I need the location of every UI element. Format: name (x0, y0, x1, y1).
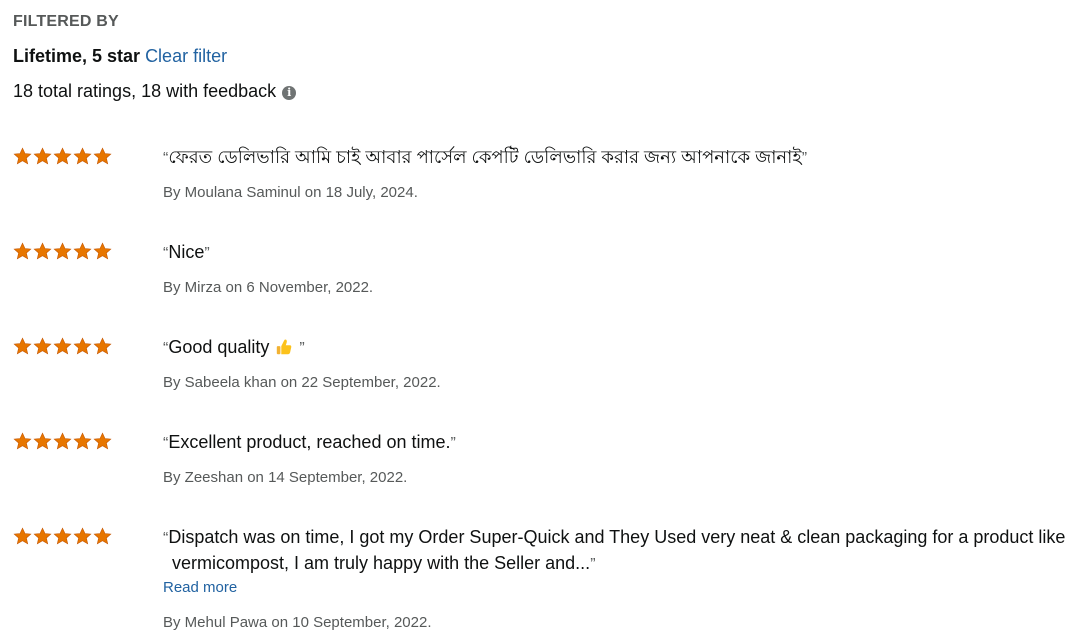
star-icon (53, 337, 72, 355)
review-byline: By Zeeshan on 14 September, 2022. (163, 469, 408, 486)
star-icon (93, 242, 112, 260)
review-text: Nice (168, 242, 205, 262)
info-icon[interactable]: i (282, 86, 297, 100)
star-icon (93, 432, 112, 450)
review-byline: By Moulana Saminul on 18 July, 2024. (163, 184, 418, 201)
star-icon (73, 242, 92, 260)
review-text-block: “Good quality ” (163, 335, 1068, 361)
close-quote: ” (299, 340, 305, 357)
review-text: Excellent product, reached on time. (168, 432, 451, 452)
review-text-block: “ফেরত ডেলিভারি আমি চাই আবার পার্সেল কেপট… (163, 145, 1068, 171)
star-icon (13, 527, 32, 545)
star-icon (93, 527, 112, 545)
star-icon (13, 432, 32, 450)
star-icon (73, 527, 92, 545)
filter-line: Lifetime, 5 star Clear filter (13, 46, 227, 67)
star-icon (53, 432, 72, 450)
clear-filter-link[interactable]: Clear filter (145, 46, 227, 66)
review-text-block: “Excellent product, reached on time.” (163, 430, 1068, 456)
star-icon (13, 147, 32, 165)
review-byline: By Sabeela khan on 22 September, 2022. (163, 374, 441, 391)
review-text-block: “Dispatch was on time, I got my Order Su… (163, 525, 1077, 577)
star-rating (13, 337, 112, 355)
star-icon (33, 432, 52, 450)
star-icon (13, 337, 32, 355)
review-byline: By Mehul Pawa on 10 September, 2022. (163, 614, 432, 631)
star-icon (73, 337, 92, 355)
star-icon (73, 432, 92, 450)
star-icon (73, 147, 92, 165)
star-icon (93, 337, 112, 355)
review-text: Dispatch was on time, I got my Order Sup… (168, 527, 1066, 573)
thumbs-up-icon (277, 339, 292, 355)
star-rating (13, 242, 112, 260)
star-icon (53, 242, 72, 260)
star-icon (33, 242, 52, 260)
star-rating (13, 527, 112, 545)
star-icon (13, 242, 32, 260)
star-icon (33, 147, 52, 165)
close-quote: ” (450, 435, 456, 452)
close-quote: ” (204, 245, 210, 262)
filtered-by-heading: FILTERED BY (13, 13, 119, 30)
ratings-summary-text: 18 total ratings, 18 with feedback (13, 81, 277, 101)
star-icon (53, 527, 72, 545)
review-text: ফেরত ডেলিভারি আমি চাই আবার পার্সেল কেপটি… (168, 147, 802, 167)
filter-value: Lifetime, 5 star (13, 46, 141, 66)
star-icon (33, 527, 52, 545)
star-icon (93, 147, 112, 165)
star-rating (13, 432, 112, 450)
review-byline: By Mirza on 6 November, 2022. (163, 279, 374, 296)
read-more-link[interactable]: Read more (163, 579, 237, 596)
review-text: Good quality (168, 337, 270, 357)
close-quote: ” (801, 150, 808, 167)
close-quote: ” (590, 556, 596, 573)
star-rating (13, 147, 112, 165)
star-icon (33, 337, 52, 355)
star-icon (53, 147, 72, 165)
review-text-block: “Nice” (163, 240, 1068, 266)
ratings-summary: 18 total ratings, 18 with feedback i (13, 81, 297, 102)
